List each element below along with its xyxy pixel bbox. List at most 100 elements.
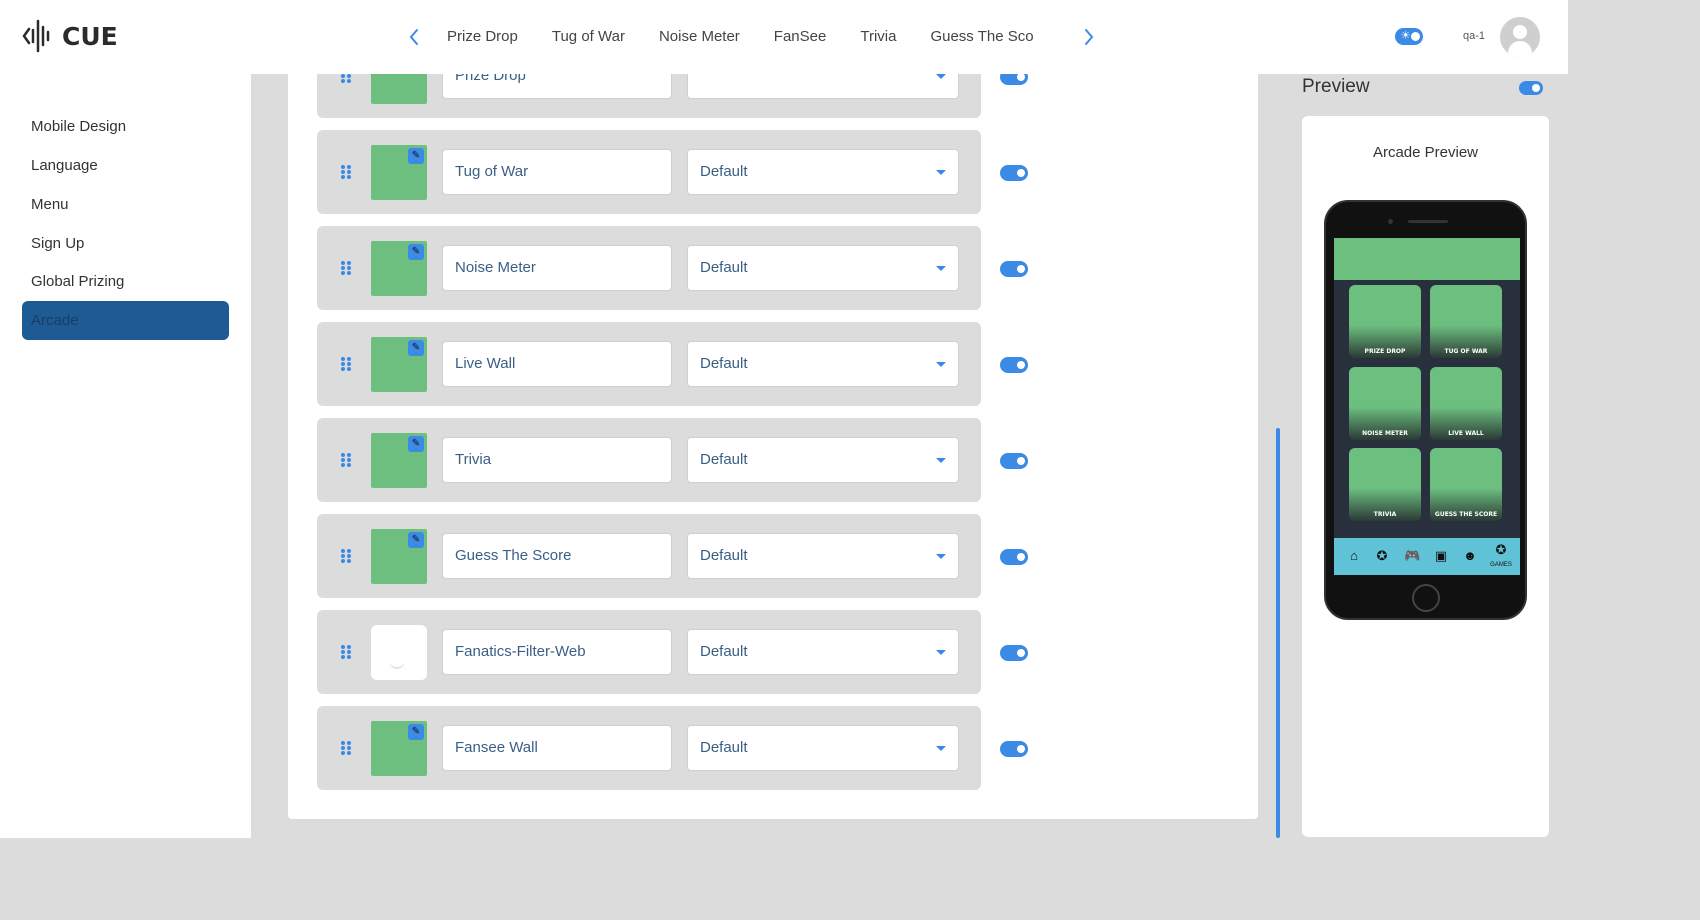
game-name-input[interactable]: Live Wall bbox=[442, 341, 672, 387]
game-enabled-toggle[interactable] bbox=[1000, 261, 1028, 277]
preview-tile: PRIZE DROP bbox=[1349, 285, 1421, 358]
nav-tab-prize-drop[interactable]: Prize Drop bbox=[447, 20, 518, 54]
game-row-live-wall: ✎ Live Wall Default bbox=[317, 322, 1028, 406]
edit-pencil-icon[interactable]: ✎ bbox=[408, 148, 424, 164]
game-enabled-toggle[interactable] bbox=[1000, 549, 1028, 565]
caret-down-icon bbox=[936, 650, 946, 655]
game-enabled-toggle[interactable] bbox=[1000, 453, 1028, 469]
game-theme-select[interactable] bbox=[687, 74, 959, 99]
chevron-right-icon bbox=[1085, 29, 1094, 45]
game-enabled-toggle[interactable] bbox=[1000, 645, 1028, 661]
game-theme-select[interactable]: Default bbox=[687, 341, 959, 387]
sidebar-item-arcade[interactable]: Arcade bbox=[22, 301, 229, 340]
nav-prev-arrow[interactable] bbox=[402, 24, 426, 50]
edit-pencil-icon[interactable]: ✎ bbox=[408, 724, 424, 740]
preview-tile: TRIVIA bbox=[1349, 448, 1421, 521]
game-enabled-toggle[interactable] bbox=[1000, 74, 1028, 85]
drag-handle-icon[interactable] bbox=[341, 453, 351, 467]
edit-pencil-icon[interactable]: ✎ bbox=[408, 532, 424, 548]
caret-down-icon bbox=[936, 74, 946, 79]
game-thumbnail[interactable]: ✎ bbox=[371, 433, 427, 488]
caret-down-icon bbox=[936, 554, 946, 559]
nav-next-arrow[interactable] bbox=[1077, 24, 1101, 50]
nav-tab-trivia[interactable]: Trivia bbox=[860, 20, 896, 54]
game-theme-select[interactable]: Default bbox=[687, 533, 959, 579]
preview-toggle[interactable] bbox=[1519, 81, 1543, 95]
soundwave-logo-icon bbox=[22, 19, 50, 53]
select-value: Default bbox=[700, 547, 748, 564]
theme-toggle[interactable]: ☀ bbox=[1395, 28, 1423, 45]
game-theme-select[interactable]: Default bbox=[687, 725, 959, 771]
game-enabled-toggle[interactable] bbox=[1000, 165, 1028, 181]
drag-handle-icon[interactable] bbox=[341, 261, 351, 275]
game-name-input[interactable]: Guess The Score bbox=[442, 533, 672, 579]
game-thumbnail[interactable]: ✎ bbox=[371, 241, 427, 296]
drag-handle-icon[interactable] bbox=[341, 357, 351, 371]
star-badge-icon: ✪ bbox=[1495, 542, 1507, 557]
game-thumbnail[interactable]: ✎ bbox=[371, 74, 427, 104]
game-row-fansee-wall: ✎ Fansee Wall Default bbox=[317, 706, 1028, 790]
game-enabled-toggle[interactable] bbox=[1000, 741, 1028, 757]
game-name-input[interactable]: Noise Meter bbox=[442, 245, 672, 291]
game-theme-select[interactable]: Default bbox=[687, 629, 959, 675]
game-name-input[interactable]: Fansee Wall bbox=[442, 725, 672, 771]
drag-handle-icon[interactable] bbox=[341, 645, 351, 659]
game-theme-select[interactable]: Default bbox=[687, 149, 959, 195]
edit-pencil-icon[interactable]: ✎ bbox=[408, 436, 424, 452]
nav-tab-guess-the-score[interactable]: Guess The Sco bbox=[930, 20, 1033, 54]
home-icon: ⌂ bbox=[1350, 548, 1358, 563]
chevron-left-icon bbox=[409, 29, 418, 45]
nav-tab-noise-meter[interactable]: Noise Meter bbox=[659, 20, 740, 54]
sidebar-item-sign-up[interactable]: Sign Up bbox=[22, 224, 229, 263]
game-enabled-toggle[interactable] bbox=[1000, 357, 1028, 373]
user-name: qa-1 bbox=[1463, 30, 1486, 42]
select-value: Default bbox=[700, 643, 748, 660]
drag-handle-icon[interactable] bbox=[341, 74, 351, 83]
edit-pencil-icon[interactable]: ✎ bbox=[408, 340, 424, 356]
sidebar-item-mobile-design[interactable]: Mobile Design bbox=[22, 107, 229, 146]
game-thumbnail[interactable] bbox=[371, 625, 427, 680]
select-value: Default bbox=[700, 739, 748, 756]
game-row-prize-drop: ✎ Prize Drop bbox=[317, 74, 1028, 118]
sidebar-item-menu[interactable]: Menu bbox=[22, 185, 229, 224]
drag-handle-icon[interactable] bbox=[341, 741, 351, 755]
arcade-preview-label: Arcade Preview bbox=[1372, 144, 1479, 161]
caret-down-icon bbox=[936, 266, 946, 271]
drag-handle-icon[interactable] bbox=[341, 549, 351, 563]
select-value: Default bbox=[700, 355, 748, 372]
scrollbar-thumb[interactable] bbox=[1276, 428, 1280, 838]
smile-icon bbox=[389, 661, 405, 669]
caret-down-icon bbox=[936, 458, 946, 463]
edit-pencil-icon[interactable]: ✎ bbox=[408, 244, 424, 260]
game-thumbnail[interactable]: ✎ bbox=[371, 145, 427, 200]
nav-tab-fansee[interactable]: FanSee bbox=[774, 20, 827, 54]
phone-mockup: PRIZE DROP TUG OF WAR NOISE METER LIVE W… bbox=[1324, 200, 1527, 620]
cue-logo[interactable]: CUE bbox=[22, 18, 118, 54]
games-tab-label: GAMES bbox=[1490, 562, 1512, 568]
sidebar-item-language[interactable]: Language bbox=[22, 146, 229, 185]
game-theme-select[interactable]: Default bbox=[687, 245, 959, 291]
game-theme-select[interactable]: Default bbox=[687, 437, 959, 483]
screen-banner bbox=[1334, 238, 1520, 280]
nav-tab-tug-of-war[interactable]: Tug of War bbox=[552, 20, 625, 54]
game-thumbnail[interactable]: ✎ bbox=[371, 337, 427, 392]
phone-camera bbox=[1388, 219, 1393, 224]
game-row-guess-the-score: ✎ Guess The Score Default bbox=[317, 514, 1028, 598]
game-row-tug-of-war: ✎ Tug of War Default bbox=[317, 130, 1028, 214]
game-thumbnail[interactable]: ✎ bbox=[371, 529, 427, 584]
game-thumbnail[interactable]: ✎ bbox=[371, 721, 427, 776]
game-name-input[interactable]: Trivia bbox=[442, 437, 672, 483]
user-avatar-icon[interactable] bbox=[1500, 17, 1540, 57]
game-nav-tabs: Prize Drop Tug of War Noise Meter FanSee Tri… bbox=[430, 20, 1070, 54]
sidebar-item-global-prizing[interactable]: Global Prizing bbox=[22, 262, 229, 301]
preview-tile: TUG OF WAR bbox=[1430, 285, 1502, 358]
toggle-knob bbox=[1411, 32, 1420, 41]
game-row-fanatics-filter-web: Fanatics-Filter-Web Default bbox=[317, 610, 1028, 694]
game-name-input[interactable]: Fanatics-Filter-Web bbox=[442, 629, 672, 675]
game-row-trivia: ✎ Trivia Default bbox=[317, 418, 1028, 502]
game-row-noise-meter: ✎ Noise Meter Default bbox=[317, 226, 1028, 310]
game-name-input[interactable]: Tug of War bbox=[442, 149, 672, 195]
drag-handle-icon[interactable] bbox=[341, 165, 351, 179]
arcade-games-panel: ✎ Prize Drop ✎ Tug of War Default ✎ Nois… bbox=[288, 74, 1258, 819]
game-name-input[interactable]: Prize Drop bbox=[442, 74, 672, 99]
